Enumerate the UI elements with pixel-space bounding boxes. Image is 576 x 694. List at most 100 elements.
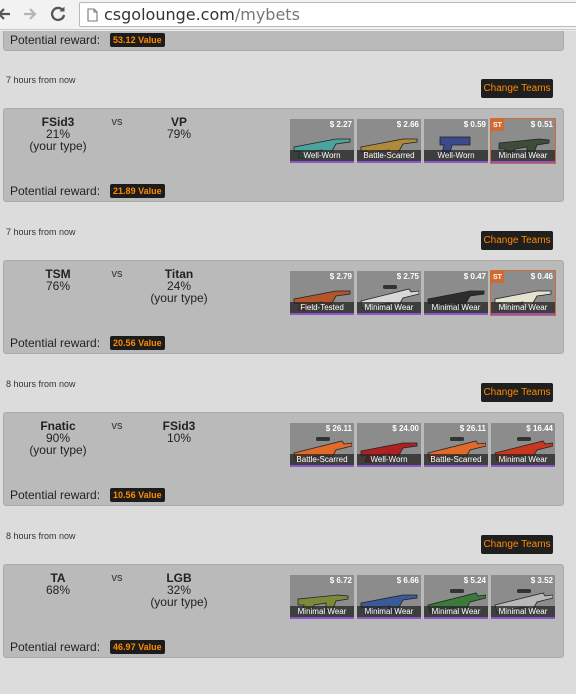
reward-value-badge: 20.56 Value bbox=[110, 336, 165, 350]
team-left: FSid3 21% (your type) bbox=[18, 116, 98, 152]
change-teams-button[interactable]: Change Teams bbox=[481, 535, 553, 554]
change-teams-button[interactable]: Change Teams bbox=[481, 383, 553, 402]
team-right: VP 79% bbox=[139, 116, 219, 140]
item-price: $ 26.11 bbox=[459, 424, 486, 433]
forward-button[interactable] bbox=[20, 4, 40, 24]
item-wear: Well-Worn bbox=[424, 150, 488, 161]
item-price: $ 2.79 bbox=[329, 272, 352, 281]
vs-label: vs bbox=[111, 116, 123, 128]
bet-panel: Fnatic 90% (your type) vs FSid3 10% $ 26.11 Ba… bbox=[3, 412, 564, 506]
item-card[interactable]: $ 6.72 Minimal Wear bbox=[290, 575, 354, 619]
team-percentage: 10% bbox=[166, 431, 192, 445]
item-wear: Minimal Wear bbox=[491, 606, 555, 617]
item-price: $ 3.52 bbox=[530, 576, 553, 585]
item-card[interactable]: $ 24.00 Well-Worn bbox=[357, 423, 421, 467]
potential-reward: Potential reward: 10.56 Value bbox=[10, 488, 165, 502]
bet-panel: FSid3 21% (your type) vs VP 79% $ 2.27 Well-Wor… bbox=[3, 108, 564, 202]
item-card[interactable]: $ 2.79 Field-Tested bbox=[290, 271, 354, 315]
address-bar[interactable]: csgolounge.com/mybets bbox=[79, 2, 576, 27]
back-button[interactable] bbox=[0, 4, 14, 24]
item-card[interactable]: $ 26.11 Battle-Scarred bbox=[424, 423, 488, 467]
item-card[interactable]: $ 0.46 ST Minimal Wear bbox=[490, 270, 556, 316]
team-right: Titan 24% (your type) bbox=[139, 268, 219, 304]
item-wear: Minimal Wear bbox=[290, 606, 354, 617]
team-right: FSid3 10% bbox=[139, 420, 219, 444]
stattrak-badge: ST bbox=[491, 271, 504, 283]
reload-button[interactable] bbox=[48, 4, 68, 24]
reward-label: Potential reward: bbox=[10, 33, 101, 47]
stattrak-badge: ST bbox=[491, 119, 504, 131]
team-left: TA 68% bbox=[18, 572, 98, 596]
item-wear: Minimal Wear bbox=[491, 302, 555, 313]
reload-icon bbox=[50, 6, 66, 22]
item-price: $ 16.44 bbox=[526, 424, 553, 433]
item-wear: Minimal Wear bbox=[357, 606, 421, 617]
change-teams-button[interactable]: Change Teams bbox=[481, 79, 553, 98]
item-price: $ 0.51 bbox=[530, 120, 553, 129]
item-price: $ 2.66 bbox=[396, 120, 419, 129]
team-note: (your type) bbox=[29, 443, 87, 457]
vs-label: vs bbox=[111, 572, 123, 584]
item-wear: Minimal Wear bbox=[357, 302, 421, 313]
item-wear: Well-Worn bbox=[290, 150, 354, 161]
item-price: $ 24.00 bbox=[392, 424, 419, 433]
item-price: $ 0.47 bbox=[463, 272, 486, 281]
item-wear: Battle-Scarred bbox=[290, 454, 354, 465]
team-percentage: 79% bbox=[166, 127, 192, 141]
item-card[interactable]: $ 16.44 Minimal Wear bbox=[491, 423, 555, 467]
reward-label: Potential reward: bbox=[10, 640, 101, 654]
reward-value-badge: 46.97 Value bbox=[110, 640, 165, 654]
reward-label: Potential reward: bbox=[10, 184, 101, 198]
reward-value-badge: 53.12 Value bbox=[110, 33, 165, 47]
reward-label: Potential reward: bbox=[10, 336, 101, 350]
forward-arrow-icon bbox=[24, 8, 37, 20]
item-card[interactable]: $ 5.24 Minimal Wear bbox=[424, 575, 488, 619]
url-path: /mybets bbox=[234, 5, 300, 24]
team-note: (your type) bbox=[29, 139, 87, 153]
match-time: 8 hours from now bbox=[6, 531, 76, 541]
match-time: 7 hours from now bbox=[6, 75, 76, 85]
team-left: TSM 76% bbox=[18, 268, 98, 292]
item-price: $ 6.66 bbox=[396, 576, 419, 585]
potential-reward: Potential reward: 21.89 Value bbox=[10, 184, 165, 198]
item-price: $ 6.72 bbox=[329, 576, 352, 585]
item-card[interactable]: $ 2.75 Minimal Wear bbox=[357, 271, 421, 315]
bet-panel: TA 68% vs LGB 32% (your type) $ 6.72 Minimal We… bbox=[3, 564, 564, 658]
item-wear: Minimal Wear bbox=[491, 454, 555, 465]
item-card[interactable]: $ 2.66 Battle-Scarred bbox=[357, 119, 421, 163]
item-price: $ 2.75 bbox=[396, 272, 419, 281]
url-text: csgolounge.com/mybets bbox=[104, 5, 300, 24]
vs-label: vs bbox=[111, 268, 123, 280]
item-price: $ 2.27 bbox=[329, 120, 352, 129]
team-right: LGB 32% (your type) bbox=[139, 572, 219, 608]
item-wear: Minimal Wear bbox=[491, 150, 555, 161]
item-wear: Well-Worn bbox=[357, 454, 421, 465]
potential-reward: Potential reward: 20.56 Value bbox=[10, 336, 165, 350]
change-teams-button[interactable]: Change Teams bbox=[481, 231, 553, 250]
browser-toolbar: csgolounge.com/mybets bbox=[0, 0, 576, 30]
item-wear: Battle-Scarred bbox=[424, 454, 488, 465]
vs-label: vs bbox=[111, 420, 123, 432]
item-price: $ 0.46 bbox=[530, 272, 553, 281]
item-price: $ 26.11 bbox=[325, 424, 352, 433]
bet-panel: TSM 76% vs Titan 24% (your type) $ 2.79 Field-T… bbox=[3, 260, 564, 354]
team-percentage: 76% bbox=[45, 279, 71, 293]
item-card[interactable]: $ 0.51 ST Minimal Wear bbox=[490, 118, 556, 164]
item-price: $ 5.24 bbox=[463, 576, 486, 585]
match-time: 7 hours from now bbox=[6, 227, 76, 237]
item-wear: Minimal Wear bbox=[424, 606, 488, 617]
item-card[interactable]: $ 6.66 Minimal Wear bbox=[357, 575, 421, 619]
team-note: (your type) bbox=[150, 291, 208, 305]
item-card[interactable]: $ 3.52 Minimal Wear bbox=[491, 575, 555, 619]
item-wear: Minimal Wear bbox=[424, 302, 488, 313]
match-time: 8 hours from now bbox=[6, 379, 76, 389]
item-card[interactable]: $ 26.11 Battle-Scarred bbox=[290, 423, 354, 467]
item-card[interactable]: $ 2.27 Well-Worn bbox=[290, 119, 354, 163]
potential-reward: Potential reward: 46.97 Value bbox=[10, 640, 165, 654]
item-card[interactable]: $ 0.59 Well-Worn bbox=[424, 119, 488, 163]
page-content: Potential reward: 53.12 Value 7 hours fro… bbox=[0, 31, 576, 694]
item-card[interactable]: $ 0.47 Minimal Wear bbox=[424, 271, 488, 315]
team-left: Fnatic 90% (your type) bbox=[18, 420, 98, 456]
bet-panel-partial: Potential reward: 53.12 Value bbox=[3, 31, 564, 51]
back-arrow-icon bbox=[0, 8, 10, 20]
